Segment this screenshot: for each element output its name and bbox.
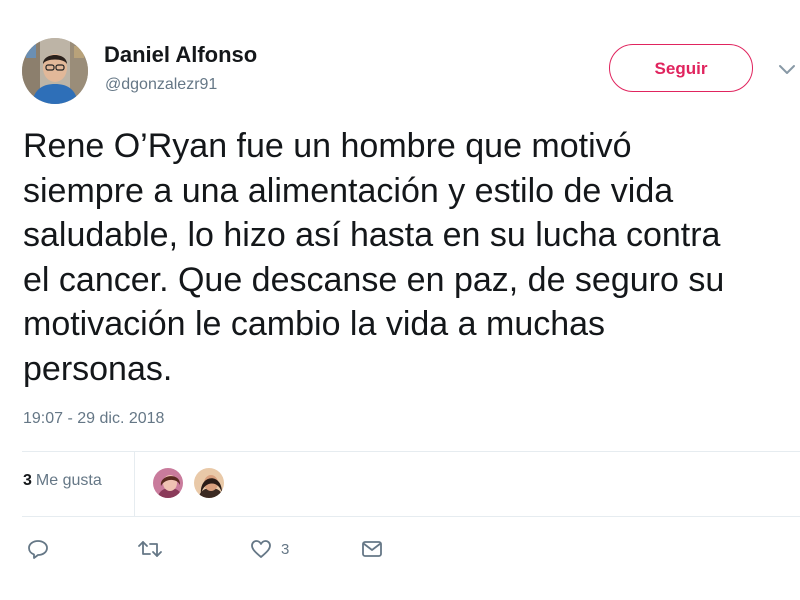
liker-avatar-image bbox=[194, 468, 224, 498]
heart-icon bbox=[251, 540, 271, 558]
tweet-text-line: saludable, lo hizo así hasta en su lucha… bbox=[23, 216, 721, 254]
liker-avatar[interactable] bbox=[192, 466, 226, 500]
tweet-card: Daniel Alfonso @dgonzalezr91 Seguir Rene… bbox=[0, 0, 800, 600]
tweet-text-line: siempre a una alimentación y estilo de v… bbox=[23, 171, 674, 210]
divider bbox=[22, 451, 800, 452]
tweet-text-line: Rene O’Ryan fue un hombre que motivó bbox=[23, 127, 632, 165]
retweet-button[interactable] bbox=[136, 536, 164, 562]
author-handle[interactable]: @dgonzalezr91 bbox=[105, 76, 217, 94]
retweet-icon bbox=[138, 541, 162, 557]
divider bbox=[22, 516, 800, 517]
more-options-chevron-icon[interactable] bbox=[776, 58, 798, 80]
tweet-text-line: el cancer. Que descanse en paz, de segur… bbox=[23, 260, 725, 299]
chevron-down-icon bbox=[779, 65, 795, 74]
likes-count: 3 bbox=[23, 472, 32, 489]
tweet-text-line: personas. bbox=[23, 349, 173, 388]
envelope-icon bbox=[362, 541, 382, 557]
follow-button[interactable]: Seguir bbox=[609, 44, 753, 92]
reply-button[interactable] bbox=[26, 536, 50, 562]
tweet-text: Rene O’Ryan fue un hombre que motivó sie… bbox=[23, 124, 799, 391]
liker-avatar-image bbox=[153, 468, 183, 498]
author-avatar[interactable] bbox=[22, 38, 88, 104]
author-avatar-image bbox=[22, 38, 88, 104]
liker-avatar[interactable] bbox=[151, 466, 185, 500]
likes-label: Me gusta bbox=[35, 472, 102, 489]
stats-separator bbox=[134, 452, 135, 516]
direct-message-button[interactable] bbox=[360, 536, 384, 562]
reply-icon bbox=[28, 540, 48, 559]
like-button[interactable]: 3 bbox=[249, 536, 289, 562]
author-name[interactable]: Daniel Alfonso bbox=[104, 42, 257, 68]
tweet-text-line: motivación le cambio la vida a muchas bbox=[23, 305, 606, 343]
tweet-timestamp[interactable]: 19:07 - 29 dic. 2018 bbox=[23, 410, 164, 428]
like-count: 3 bbox=[281, 540, 290, 558]
likes-stat[interactable]: 3 Me gusta bbox=[23, 472, 102, 490]
